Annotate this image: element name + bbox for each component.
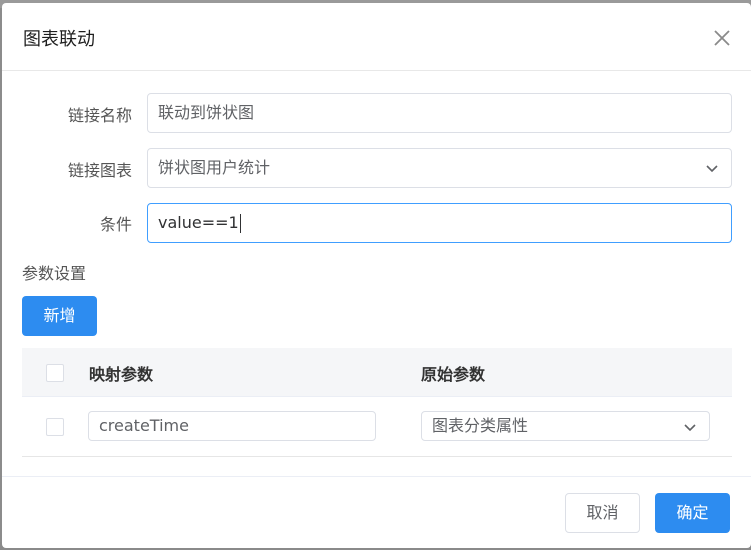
mapped-param-value: createTime: [99, 416, 189, 435]
select-all-checkbox[interactable]: [46, 364, 64, 382]
footer-divider: [2, 476, 751, 477]
condition-value: value==1: [158, 213, 239, 232]
confirm-button[interactable]: 确定: [655, 493, 730, 533]
dialog-header: 图表联动: [2, 3, 751, 71]
link-name-label: 链接名称: [67, 106, 132, 125]
link-name-input[interactable]: 联动到饼状图: [147, 93, 732, 133]
link-name-value: 联动到饼状图: [158, 103, 255, 122]
original-param-value: 图表分类属性: [432, 416, 529, 435]
condition-input[interactable]: value==1: [147, 203, 732, 243]
column-mapped-param: 映射参数: [89, 365, 154, 384]
link-chart-label: 链接图表: [67, 161, 132, 180]
condition-label: 条件: [99, 215, 132, 234]
link-chart-select[interactable]: 饼状图用户统计: [147, 148, 732, 188]
add-param-button[interactable]: 新增: [22, 296, 97, 336]
params-table-header: 映射参数 原始参数: [22, 348, 732, 397]
table-row: createTime 图表分类属性: [22, 397, 732, 457]
original-param-select[interactable]: 图表分类属性: [421, 411, 710, 441]
row-checkbox[interactable]: [46, 418, 64, 436]
text-caret: [239, 214, 241, 233]
chart-link-dialog: 图表联动 链接名称 联动到饼状图 链接图表 饼状图用户统计 条件 value==…: [2, 3, 751, 548]
mapped-param-input[interactable]: createTime: [88, 411, 376, 441]
params-section-label: 参数设置: [22, 264, 87, 283]
dialog-title: 图表联动: [23, 29, 95, 50]
column-original-param: 原始参数: [421, 365, 486, 384]
chevron-down-icon: [706, 165, 718, 173]
link-chart-value: 饼状图用户统计: [158, 158, 271, 177]
cancel-button[interactable]: 取消: [565, 493, 640, 533]
close-icon[interactable]: [711, 27, 733, 49]
chevron-down-icon: [684, 424, 696, 432]
